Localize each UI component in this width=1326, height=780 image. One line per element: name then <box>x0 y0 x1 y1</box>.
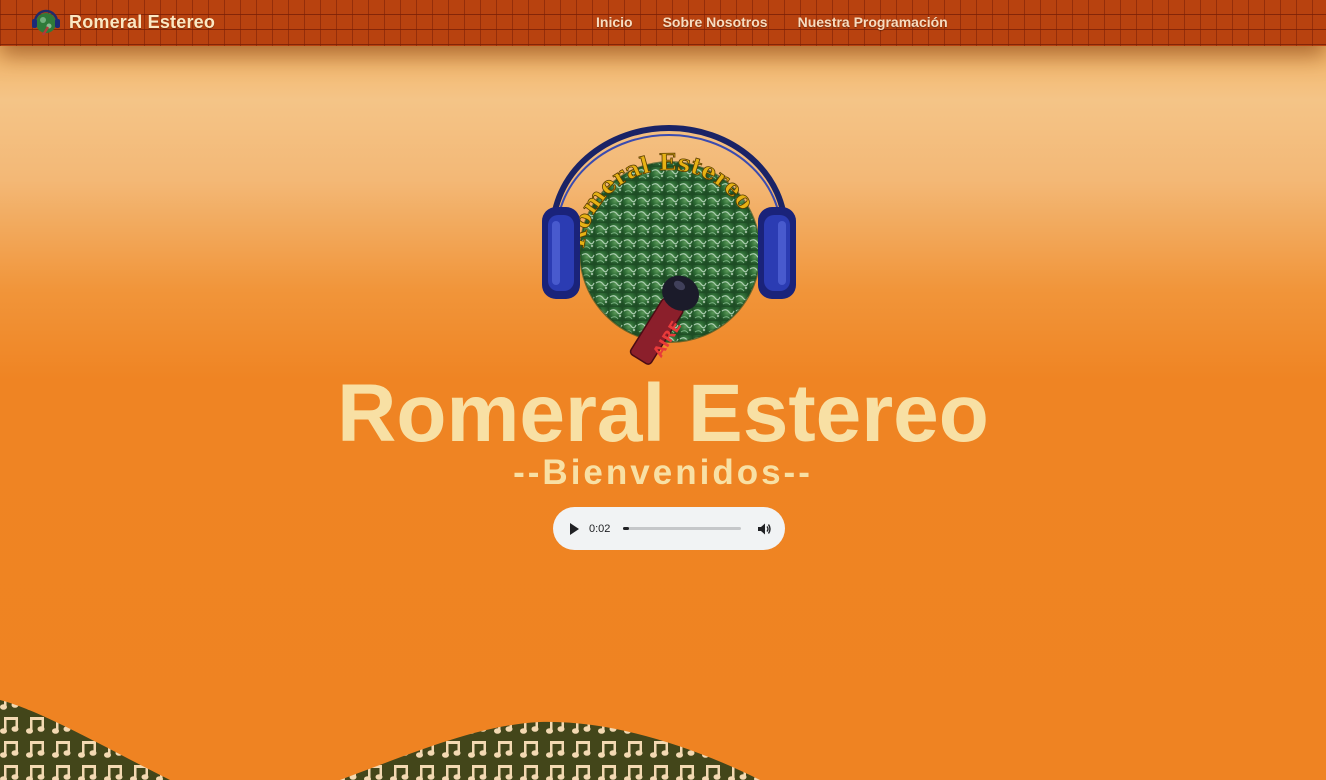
navbar: Romeral Estereo Inicio Sobre Nosotros Nu… <box>0 0 1326 46</box>
hero-title: Romeral Estereo <box>337 368 989 459</box>
play-icon[interactable] <box>567 522 581 536</box>
nav-link-sobre-nosotros[interactable]: Sobre Nosotros <box>663 14 768 30</box>
progress-fill <box>623 527 629 530</box>
hero-subtitle: --Bienvenidos-- <box>513 453 813 492</box>
bottom-wave <box>0 690 1326 780</box>
volume-icon[interactable] <box>757 522 771 536</box>
progress-slider[interactable] <box>623 527 741 530</box>
hero-logo: Romeral Estereo AIRE <box>539 125 799 370</box>
nav-link-inicio[interactable]: Inicio <box>596 14 633 30</box>
audio-player: 0:02 <box>553 507 785 550</box>
nav-links: Inicio Sobre Nosotros Nuestra Programaci… <box>596 14 948 30</box>
brand-link[interactable]: Romeral Estereo <box>30 7 215 37</box>
brand-name: Romeral Estereo <box>69 11 216 32</box>
nav-link-nuestra-programacion[interactable]: Nuestra Programación <box>798 14 948 30</box>
brand-logo-icon <box>30 7 62 37</box>
time-display: 0:02 <box>589 522 611 535</box>
